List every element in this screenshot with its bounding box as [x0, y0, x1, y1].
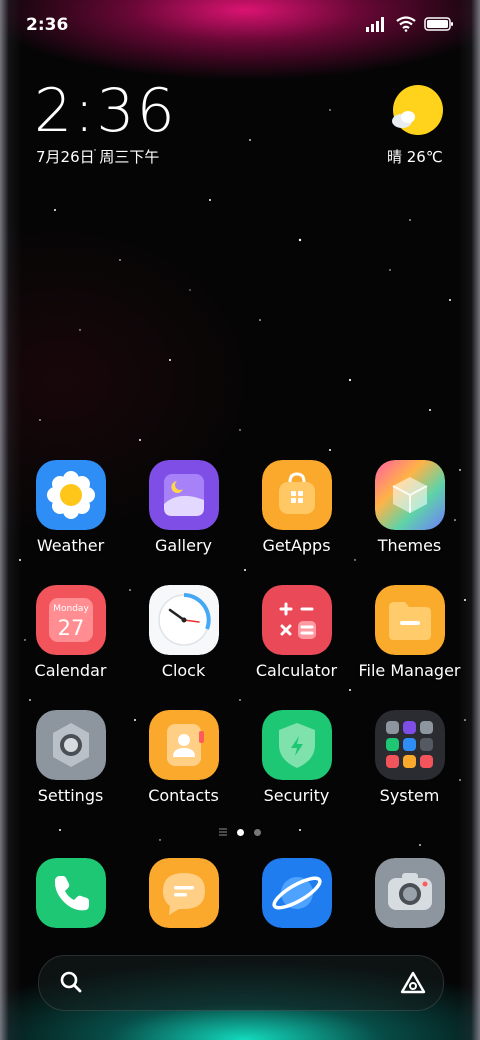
app-label: Settings	[37, 786, 104, 805]
app-label: Security	[263, 786, 330, 805]
gallery-icon	[148, 460, 219, 530]
security-icon	[261, 710, 332, 780]
app-label: Themes	[377, 536, 442, 555]
clock-icon	[148, 585, 219, 655]
calendar-weekday: Monday	[53, 604, 89, 614]
contacts-icon	[148, 710, 219, 780]
sun-cloud-icon[interactable]	[390, 84, 444, 138]
camera-icon	[374, 858, 445, 928]
app-label: System	[379, 786, 440, 805]
app-label: Clock	[161, 661, 206, 680]
page-dot[interactable]	[254, 828, 261, 836]
app-contacts[interactable]: Contacts	[127, 710, 240, 835]
dock-messages[interactable]	[127, 858, 240, 928]
system-folder-icon	[374, 710, 445, 780]
app-label: GetApps	[262, 536, 331, 555]
calendar-icon: Monday 27	[35, 585, 106, 655]
app-calendar[interactable]: Monday 27 Calendar	[14, 585, 127, 710]
app-getapps[interactable]: GetApps	[240, 460, 353, 585]
page-indicator[interactable]	[0, 828, 480, 836]
app-system-folder[interactable]: System	[353, 710, 466, 835]
file-manager-icon	[374, 585, 445, 655]
dock-browser[interactable]	[240, 858, 353, 928]
dock	[14, 858, 466, 928]
app-security[interactable]: Security	[240, 710, 353, 835]
app-row: Settings Contacts Security System	[14, 710, 466, 835]
phone-icon	[35, 858, 106, 928]
app-label: File Manager	[358, 661, 461, 680]
dock-phone[interactable]	[14, 858, 127, 928]
wifi-icon	[396, 16, 416, 32]
clock-widget-date: 7月26日 周三下午	[36, 148, 160, 166]
app-file-manager[interactable]: File Manager	[353, 585, 466, 710]
search-bar[interactable]	[38, 955, 444, 1011]
app-label: Calculator	[255, 661, 338, 680]
app-calculator[interactable]: Calculator	[240, 585, 353, 710]
browser-icon	[261, 858, 332, 928]
themes-icon	[374, 460, 445, 530]
app-label: Calendar	[34, 661, 107, 680]
app-settings[interactable]: Settings	[14, 710, 127, 835]
app-label: Gallery	[155, 536, 212, 555]
home-screen: 2:36 2:36 7月26日 周三下午 晴 26℃ Weather Galle…	[0, 0, 480, 1040]
status-icons	[366, 16, 454, 32]
clock-widget-time[interactable]: 2:36	[34, 76, 177, 146]
app-clock[interactable]: Clock	[127, 585, 240, 710]
dock-camera[interactable]	[353, 858, 466, 928]
page-list-icon	[219, 828, 227, 836]
battery-icon	[424, 17, 453, 31]
calculator-icon	[261, 585, 332, 655]
app-themes[interactable]: Themes	[353, 460, 466, 585]
search-icon[interactable]	[59, 970, 83, 994]
app-row: Monday 27 Calendar Clock Calculator File…	[14, 585, 466, 710]
app-label: Weather	[36, 536, 105, 555]
signal-icon	[366, 17, 384, 32]
messages-icon	[148, 858, 219, 928]
settings-icon	[35, 710, 106, 780]
assistant-icon[interactable]	[399, 970, 427, 996]
getapps-icon	[261, 460, 332, 530]
app-row: Weather Gallery GetApps Themes	[14, 460, 466, 585]
weather-text: 晴 26℃	[387, 148, 443, 166]
app-grid: Weather Gallery GetApps Themes Monday 27…	[14, 460, 466, 835]
page-dot-active[interactable]	[237, 828, 244, 836]
app-gallery[interactable]: Gallery	[127, 460, 240, 585]
status-time: 2:36	[26, 15, 69, 35]
weather-icon	[35, 460, 106, 530]
status-bar: 2:36	[0, 0, 480, 50]
app-weather[interactable]: Weather	[14, 460, 127, 585]
calendar-day: 27	[57, 616, 84, 640]
app-label: Contacts	[148, 786, 219, 805]
